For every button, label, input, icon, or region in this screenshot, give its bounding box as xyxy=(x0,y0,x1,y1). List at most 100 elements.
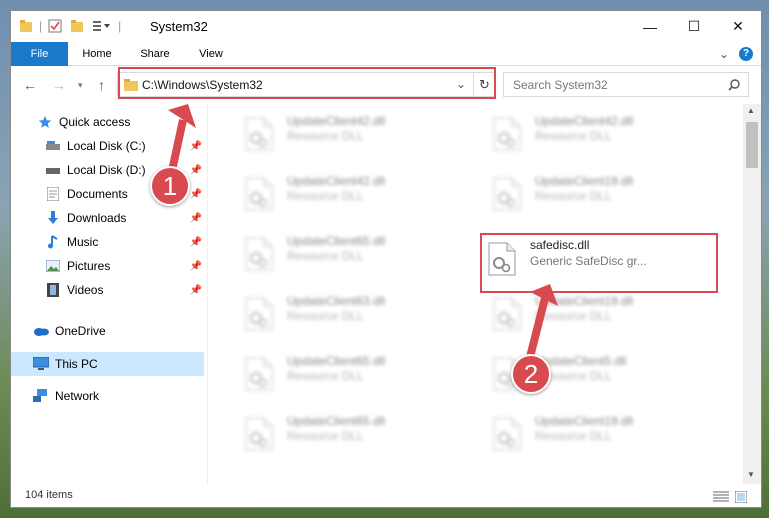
pin-icon[interactable]: 📌 xyxy=(190,141,202,152)
properties-icon[interactable] xyxy=(48,19,62,33)
forward-arrow-icon[interactable]: → xyxy=(52,77,66,93)
file-description: Resource DLL xyxy=(287,129,364,143)
sidebar-item-label: This PC xyxy=(55,357,98,371)
sidebar-item-label: Local Disk (D:) xyxy=(67,163,146,177)
dll-file-icon xyxy=(245,117,273,151)
close-icon: ✕ xyxy=(732,18,744,34)
minimize-icon: — xyxy=(643,18,657,35)
file-description: Resource DLL xyxy=(287,189,364,203)
file-item[interactable]: safedisc.dll Generic SafeDisc gr... xyxy=(480,233,718,293)
dll-file-icon xyxy=(245,177,273,211)
pin-icon[interactable]: 📌 xyxy=(190,261,202,272)
sidebar-item-quick-access[interactable]: Quick access xyxy=(11,110,204,134)
sidebar-item-local-disk-c[interactable]: Local Disk (C:) 📌 xyxy=(11,134,204,158)
window-title: System32 xyxy=(150,19,208,34)
tab-share[interactable]: Share xyxy=(129,42,181,66)
network-icon xyxy=(33,388,49,404)
large-icons-view-icon[interactable] xyxy=(735,491,747,503)
folder-icon[interactable] xyxy=(19,19,33,33)
file-name: safedisc.dll xyxy=(530,238,590,252)
file-item[interactable]: UpdateClient65.dll Resource DLL xyxy=(224,230,454,280)
music-icon xyxy=(45,234,61,250)
file-name: UpdateClient42.dll xyxy=(535,114,634,128)
file-item[interactable]: UpdateClient19.dll Resource DLL xyxy=(472,410,702,460)
vertical-scrollbar[interactable]: ▲ ▼ xyxy=(743,104,761,484)
pin-icon[interactable]: 📌 xyxy=(190,285,202,296)
dll-file-icon xyxy=(493,177,521,211)
sidebar-item-network[interactable]: Network xyxy=(11,384,204,408)
file-item[interactable]: UpdateClient42.dll Resource DLL xyxy=(472,110,702,160)
file-item[interactable]: UpdateClient42.dll Resource DLL xyxy=(224,110,454,160)
file-item[interactable]: UpdateClient65.dll Resource DLL xyxy=(224,410,454,460)
file-item[interactable]: UpdateClient5.dll Resource DLL xyxy=(472,350,702,400)
sidebar-item-downloads[interactable]: Downloads 📌 xyxy=(11,206,204,230)
videos-icon xyxy=(45,282,61,298)
pin-icon[interactable]: 📌 xyxy=(190,165,202,176)
up-arrow-icon[interactable]: ↑ xyxy=(98,77,105,93)
pin-icon[interactable]: 📌 xyxy=(190,213,202,224)
tab-file[interactable]: File xyxy=(11,42,68,66)
file-name: UpdateClient42.dll xyxy=(287,174,386,188)
sidebar-item-label: Network xyxy=(55,389,100,403)
scrollbar-thumb[interactable] xyxy=(746,122,758,168)
file-item[interactable]: UpdateClient19.dll Resource DLL xyxy=(472,170,702,220)
help-icon[interactable]: ? xyxy=(739,47,753,61)
sidebar-item-this-pc[interactable]: This PC xyxy=(11,352,204,376)
computer-icon xyxy=(33,356,49,372)
file-name: UpdateClient63.dll xyxy=(287,294,386,308)
file-name: UpdateClient65.dll xyxy=(287,234,386,248)
expand-ribbon-icon[interactable]: ⌄ xyxy=(719,47,729,61)
recent-locations-icon[interactable]: ▾ xyxy=(78,80,83,91)
scroll-down-icon[interactable]: ▼ xyxy=(747,470,755,479)
file-item[interactable]: UpdateClient42.dll Resource DLL xyxy=(224,170,454,220)
search-box[interactable]: Search System32 xyxy=(503,72,749,97)
sidebar-item-label: Quick access xyxy=(59,115,131,129)
step-1-badge: 1 xyxy=(150,166,190,206)
dll-file-icon xyxy=(493,417,521,451)
status-bar: 104 items xyxy=(11,484,761,507)
file-description: Resource DLL xyxy=(287,369,364,383)
sidebar-item-label: Local Disk (C:) xyxy=(67,139,146,153)
new-folder-icon[interactable] xyxy=(70,19,84,33)
details-view-icon[interactable] xyxy=(713,491,729,503)
dll-file-icon xyxy=(493,117,521,151)
file-description: Resource DLL xyxy=(535,129,612,143)
pin-icon[interactable]: 📌 xyxy=(190,189,202,200)
maximize-icon: ☐ xyxy=(687,18,701,34)
file-description: Resource DLL xyxy=(535,309,612,323)
file-item[interactable]: UpdateClient19.dll Resource DLL xyxy=(472,290,702,340)
file-item[interactable]: UpdateClient63.dll Resource DLL xyxy=(224,290,454,340)
customize-toolbar-icon[interactable] xyxy=(92,19,112,33)
star-icon xyxy=(37,114,53,130)
close-button[interactable]: ✕ xyxy=(715,11,761,42)
scroll-up-icon[interactable]: ▲ xyxy=(747,106,755,115)
dll-file-icon xyxy=(493,297,521,331)
title-bar: | | System32 — ☐ ✕ xyxy=(11,11,761,42)
file-item[interactable]: UpdateClient65.dll Resource DLL xyxy=(224,350,454,400)
tab-view[interactable]: View xyxy=(185,42,237,66)
drive-icon xyxy=(45,162,61,178)
file-name: UpdateClient19.dll xyxy=(535,174,634,188)
file-description: Resource DLL xyxy=(535,429,612,443)
file-name: UpdateClient19.dll xyxy=(535,414,634,428)
search-input[interactable]: Search System32 xyxy=(513,78,608,92)
tab-home[interactable]: Home xyxy=(71,42,123,66)
sidebar-item-music[interactable]: Music 📌 xyxy=(11,230,204,254)
back-arrow-icon[interactable]: ← xyxy=(23,77,37,93)
pictures-icon xyxy=(45,258,61,274)
sidebar-item-onedrive[interactable]: OneDrive xyxy=(11,319,204,343)
file-description: Generic SafeDisc gr... xyxy=(530,254,647,268)
sidebar-item-pictures[interactable]: Pictures 📌 xyxy=(11,254,204,278)
pin-icon[interactable]: 📌 xyxy=(190,237,202,248)
file-description: Resource DLL xyxy=(287,429,364,443)
sidebar-item-videos[interactable]: Videos 📌 xyxy=(11,278,204,302)
sidebar-item-label: Videos xyxy=(67,283,104,297)
minimize-button[interactable]: — xyxy=(627,11,673,42)
documents-icon xyxy=(45,186,61,202)
maximize-button[interactable]: ☐ xyxy=(671,11,717,42)
quick-access-toolbar: | | xyxy=(19,17,121,35)
ribbon-tabs: File Home Share View ⌄ ? xyxy=(11,42,761,66)
file-name: UpdateClient65.dll xyxy=(287,354,386,368)
search-icon[interactable] xyxy=(728,79,740,91)
sidebar-item-label: Documents xyxy=(67,187,128,201)
